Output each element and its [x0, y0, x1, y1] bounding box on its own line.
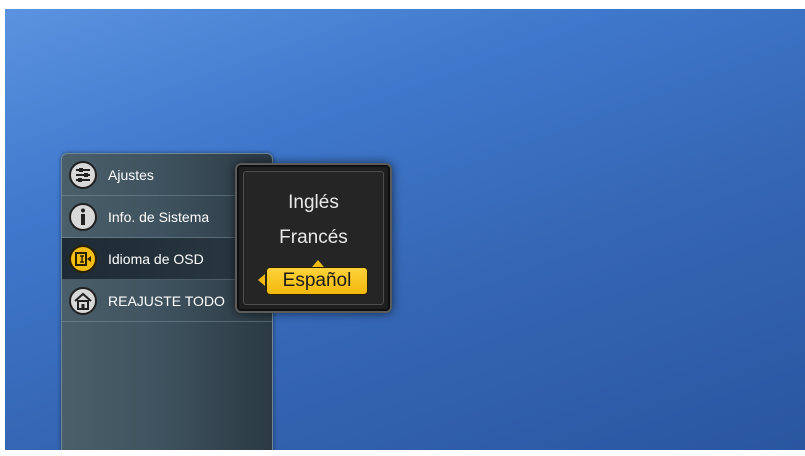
lang-option-espanol-selected[interactable]: Español	[266, 267, 368, 295]
menu-label-idioma-osd: Idioma de OSD	[108, 250, 204, 267]
settings-sliders-icon	[68, 160, 98, 190]
language-icon	[68, 244, 98, 274]
lang-option-ingles[interactable]: Inglés	[244, 192, 383, 214]
menu-label-reajuste-todo: REAJUSTE TODO	[108, 292, 225, 309]
menu-label-ajustes: Ajustes	[108, 166, 154, 183]
left-arrow-icon[interactable]	[258, 274, 265, 286]
lang-option-frances[interactable]: Francés	[244, 227, 383, 249]
osd-screen: Ajustes Info. de Sistema Idioma de OSD R…	[5, 9, 805, 450]
language-popup-inner: Inglés Francés Español	[243, 171, 384, 305]
info-icon	[68, 202, 98, 232]
up-arrow-icon[interactable]	[312, 260, 324, 267]
menu-label-info-sistema: Info. de Sistema	[108, 208, 210, 225]
home-reset-icon	[68, 286, 98, 316]
language-popup: Inglés Francés Español	[235, 163, 392, 313]
